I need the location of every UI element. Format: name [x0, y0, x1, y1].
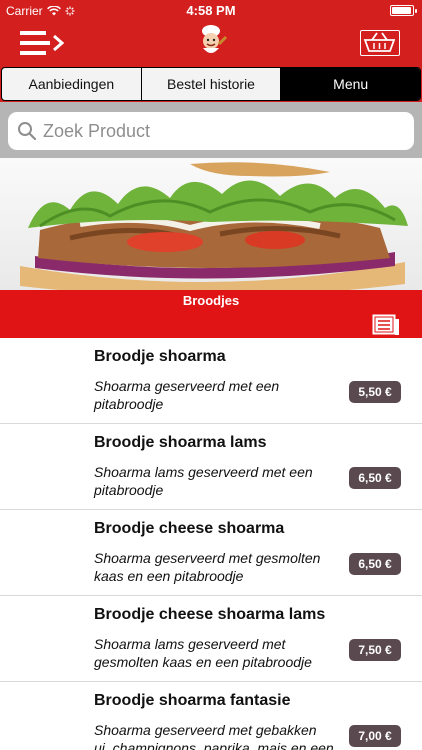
battery-icon — [390, 5, 417, 16]
price-badge[interactable]: 6,50 € — [349, 553, 401, 575]
product-name: Broodje cheese shoarma — [94, 520, 285, 537]
category-hero-image — [0, 158, 422, 290]
price-badge[interactable]: 6,50 € — [349, 467, 401, 489]
tab-bestel-historie[interactable]: Bestel historie — [142, 68, 282, 100]
battery-fill — [392, 7, 411, 14]
product-row[interactable]: Broodje cheese shoarma Shoarma geserveer… — [0, 510, 422, 596]
menu-arrow-icon — [20, 31, 65, 55]
chef-logo-icon — [193, 24, 229, 64]
product-description: Shoarma geserveerd met gebakken ui, cham… — [94, 722, 334, 750]
search-bar — [0, 102, 422, 158]
price-badge[interactable]: 7,50 € — [349, 639, 401, 661]
product-name: Broodje shoarma — [94, 348, 226, 365]
price-badge[interactable]: 7,00 € — [349, 725, 401, 747]
basket-button[interactable] — [360, 30, 400, 56]
product-description: Shoarma lams geserveerd met gesmolten ka… — [94, 636, 312, 670]
basket-icon — [363, 32, 396, 52]
product-row[interactable]: Broodje shoarma Shoarma geserveerd met e… — [0, 338, 422, 424]
category-title: Broodjes — [182, 293, 240, 308]
segmented-control: Aanbiedingen Bestel historie Menu — [1, 67, 421, 101]
list-icon[interactable] — [372, 314, 400, 336]
search-icon — [18, 122, 37, 141]
product-row[interactable]: Broodje shoarma fantasie Shoarma geserve… — [0, 682, 422, 750]
product-name: Broodje shoarma fantasie — [94, 692, 291, 709]
app-header: Carrier 4:58 PM — [0, 0, 422, 66]
product-name: Broodje shoarma lams — [94, 434, 267, 451]
product-name: Broodje cheese shoarma lams — [94, 606, 326, 623]
price-badge[interactable]: 5,50 € — [349, 381, 401, 403]
status-time: 4:58 PM — [186, 3, 236, 18]
product-row[interactable]: Broodje cheese shoarma lams Shoarma lams… — [0, 596, 422, 682]
search-input[interactable] — [43, 120, 383, 142]
tab-aanbiedingen[interactable]: Aanbiedingen — [2, 68, 142, 100]
product-description: Shoarma lams geserveerd met een pitabroo… — [94, 464, 313, 498]
menu-button[interactable] — [20, 30, 65, 56]
product-description: Shoarma geserveerd met een pitabroodje — [94, 378, 280, 412]
status-bar: Carrier 4:58 PM — [0, 0, 422, 22]
product-description: Shoarma geserveerd met gesmolten kaas en… — [94, 550, 321, 584]
tab-menu[interactable]: Menu — [281, 68, 420, 100]
product-row[interactable]: Broodje shoarma lams Shoarma lams geserv… — [0, 424, 422, 510]
tab-bar: Aanbiedingen Bestel historie Menu — [0, 66, 422, 102]
search-field[interactable] — [8, 112, 414, 150]
product-list: Broodje shoarma Shoarma geserveerd met e… — [0, 338, 422, 750]
category-header: Broodjes — [0, 290, 422, 338]
